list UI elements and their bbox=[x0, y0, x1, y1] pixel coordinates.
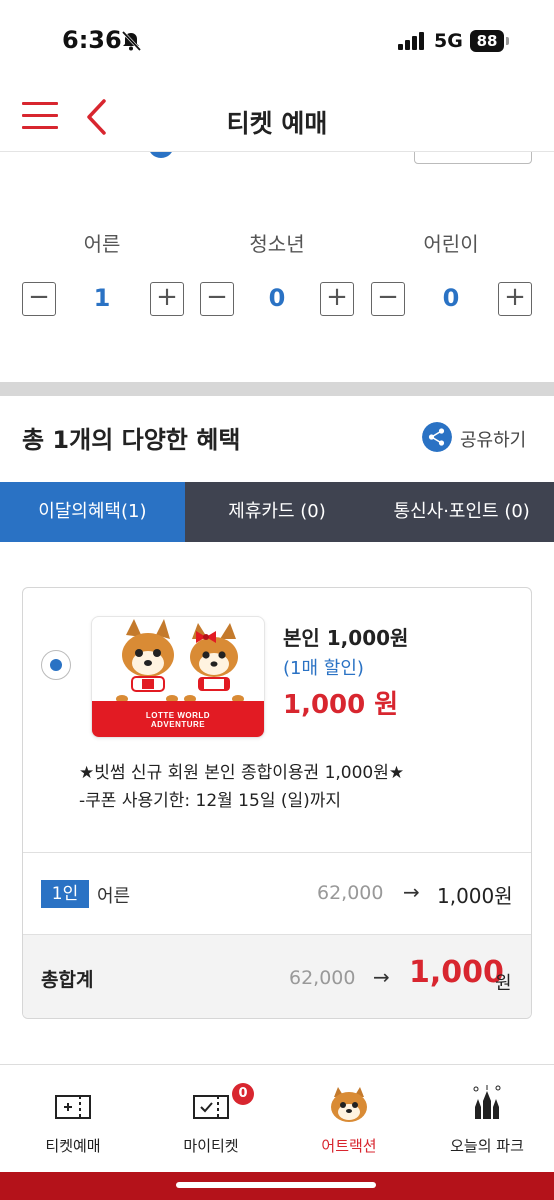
person-type: 어른 bbox=[97, 886, 131, 907]
coupon-logo-line1: LOTTE WORLD bbox=[145, 711, 211, 720]
nav-today-park[interactable]: 오늘의 파크 bbox=[418, 1065, 554, 1173]
child-minus-button[interactable]: − bbox=[371, 282, 405, 316]
my-ticket-icon bbox=[193, 1095, 229, 1119]
total-label: 총합계 bbox=[41, 969, 94, 991]
nav-label: 어트랙션 bbox=[321, 1137, 377, 1155]
status-bar: 6:36 5G 88 bbox=[0, 0, 554, 84]
network-label: 5G bbox=[434, 30, 463, 52]
app-header: 티켓 예매 bbox=[0, 84, 554, 152]
coupon-logo: LOTTE WORLD ADVENTURE bbox=[92, 711, 264, 729]
home-indicator[interactable] bbox=[176, 1182, 376, 1188]
bell-slash-icon bbox=[121, 30, 142, 52]
total-unit: 원 bbox=[495, 973, 512, 994]
benefit-title: 총 1개의 다양한 혜택 bbox=[22, 426, 241, 454]
youth-minus-button[interactable]: − bbox=[200, 282, 234, 316]
ticket-icon bbox=[55, 1095, 91, 1119]
coupon-card[interactable]: LOTTE WORLD ADVENTURE 본인 1,000원 (1매 할인) … bbox=[22, 587, 532, 1019]
total-row: 총합계 62,000 → 1,000 원 bbox=[23, 934, 531, 1018]
battery-icon: 88 bbox=[470, 30, 504, 52]
counter-label: 청소년 bbox=[249, 232, 305, 256]
nav-label: 오늘의 파크 bbox=[450, 1137, 524, 1155]
mascot-pair-icon bbox=[116, 619, 244, 703]
discounted-price: 1,000원 bbox=[437, 884, 513, 908]
coupon-logo-line2: ADVENTURE bbox=[150, 720, 206, 729]
total-original-price: 62,000 bbox=[289, 967, 356, 989]
coupon-description: ★빗썸 신규 회원 본인 종합이용권 1,000원★ bbox=[79, 763, 405, 783]
notification-badge: 0 bbox=[232, 1083, 254, 1105]
radio-selected-dot bbox=[50, 659, 62, 671]
share-label: 공유하기 bbox=[460, 430, 527, 451]
coupon-subtitle: (1매 할인) bbox=[283, 658, 364, 679]
signal-icon bbox=[398, 32, 424, 50]
share-icon bbox=[422, 422, 452, 452]
battery-tip bbox=[506, 37, 509, 45]
card-divider bbox=[23, 852, 531, 853]
coupon-title: 본인 1,000원 bbox=[283, 626, 409, 650]
tab-telecom-points[interactable]: 통신사·포인트 (0) bbox=[369, 482, 554, 542]
youth-plus-button[interactable]: + bbox=[320, 282, 354, 316]
youth-count: 0 bbox=[268, 284, 286, 312]
child-plus-button[interactable]: + bbox=[498, 282, 532, 316]
adult-plus-button[interactable]: + bbox=[150, 282, 184, 316]
child-count: 0 bbox=[442, 284, 460, 312]
counter-label: 어린이 bbox=[423, 232, 479, 256]
mascot-icon bbox=[331, 1087, 367, 1122]
coupon-expiry: -쿠폰 사용기한: 12월 15일 (일)까지 bbox=[79, 791, 342, 811]
section-divider bbox=[0, 382, 554, 396]
tab-partner-card[interactable]: 제휴카드 (0) bbox=[185, 482, 370, 542]
original-price: 62,000 bbox=[317, 882, 384, 904]
person-count-badge: 1인 bbox=[41, 880, 89, 908]
tab-monthly-benefit[interactable]: 이달의혜택(1) bbox=[0, 482, 185, 542]
arrow-right-icon: → bbox=[373, 965, 390, 989]
counter-label: 어른 bbox=[83, 232, 121, 256]
status-time: 6:36 bbox=[62, 26, 122, 54]
coupon-radio[interactable] bbox=[41, 650, 71, 680]
castle-icon bbox=[473, 1085, 501, 1119]
arrow-right-icon: → bbox=[403, 880, 420, 904]
bottom-nav: 티켓예매 0 마이티켓 어트랙션 오늘의 파크 bbox=[0, 1064, 554, 1172]
adult-count: 1 bbox=[93, 284, 111, 312]
benefit-tabs: 이달의혜택(1) 제휴카드 (0) 통신사·포인트 (0) bbox=[0, 482, 554, 542]
nav-label: 티켓예매 bbox=[45, 1137, 101, 1155]
adult-minus-button[interactable]: − bbox=[22, 282, 56, 316]
coupon-price: 1,000 원 bbox=[283, 690, 399, 720]
nav-ticket-booking[interactable]: 티켓예매 bbox=[4, 1065, 142, 1173]
nav-attraction[interactable]: 어트랙션 bbox=[280, 1065, 418, 1173]
nav-my-ticket[interactable]: 0 마이티켓 bbox=[142, 1065, 280, 1173]
coupon-image: LOTTE WORLD ADVENTURE bbox=[91, 616, 265, 738]
nav-label: 마이티켓 bbox=[183, 1137, 239, 1155]
total-price: 1,000 bbox=[409, 955, 504, 990]
page-title: 티켓 예매 bbox=[226, 109, 328, 138]
